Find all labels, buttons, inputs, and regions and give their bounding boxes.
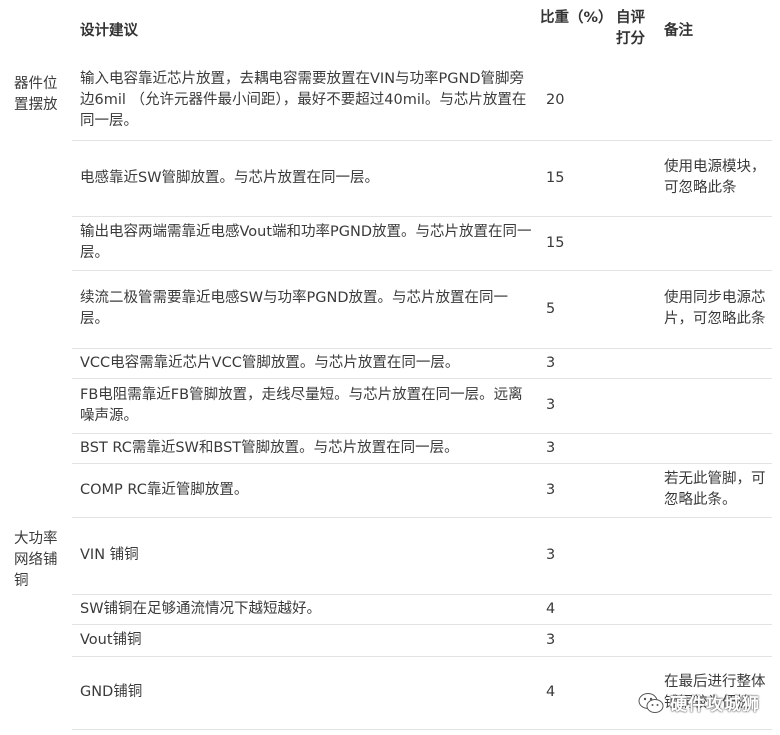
design-checklist-table: 设计建议 比重（%） 自评打分 备注 器件位置摆放 输入电容靠近芯片放置，去耦电… <box>6 0 772 730</box>
note-cell <box>660 517 772 595</box>
note-cell <box>660 624 772 657</box>
score-cell <box>610 270 660 349</box>
suggestion-cell: 续流二极管需要靠近电感SW与功率PGND放置。与芯片放置在同一层。 <box>72 270 536 349</box>
suggestion-cell: VIN 铺铜 <box>72 517 536 595</box>
suggestion-cell: 输入电容靠近芯片放置，去耦电容需要放置在VIN与功率PGND管脚旁边6mil （… <box>72 62 536 141</box>
score-cell <box>610 140 660 217</box>
score-cell <box>610 216 660 271</box>
weight-cell: 3 <box>536 378 610 434</box>
table-row: 器件位置摆放 输入电容靠近芯片放置，去耦电容需要放置在VIN与功率PGND管脚旁… <box>6 62 772 141</box>
suggestion-cell: 输出电容两端需靠近电感Vout端和功率PGND放置。与芯片放置在同一层。 <box>72 216 536 271</box>
score-cell <box>610 517 660 595</box>
table-body: 器件位置摆放 输入电容靠近芯片放置，去耦电容需要放置在VIN与功率PGND管脚旁… <box>6 62 772 730</box>
watermark: 硬件攻城狮 <box>638 690 760 715</box>
suggestion-cell: BST RC需靠近SW和BST管脚放置。与芯片放置在同一层。 <box>72 433 536 464</box>
watermark-text: 硬件攻城狮 <box>670 695 760 715</box>
score-cell <box>610 433 660 464</box>
table-row: 输出电容两端需靠近电感Vout端和功率PGND放置。与芯片放置在同一层。 15 <box>6 216 772 271</box>
note-cell <box>660 216 772 271</box>
note-cell <box>660 594 772 625</box>
weight-cell: 3 <box>536 517 610 595</box>
note-cell <box>660 348 772 379</box>
weight-cell: 20 <box>536 62 610 141</box>
score-cell <box>610 463 660 518</box>
table-row: 电感靠近SW管脚放置。与芯片放置在同一层。 15 使用电源模块，可忽略此条 <box>6 140 772 217</box>
weight-cell: 5 <box>536 270 610 349</box>
table-row: SW铺铜在足够通流情况下越短越好。 4 <box>6 594 772 625</box>
weight-cell: 15 <box>536 216 610 271</box>
table-row: COMP RC靠近管脚放置。 3 若无此管脚，可忽略此条。 <box>6 463 772 518</box>
weight-cell: 4 <box>536 656 610 730</box>
weight-cell: 3 <box>536 624 610 657</box>
score-cell <box>610 348 660 379</box>
note-cell <box>660 433 772 464</box>
note-cell: 使用同步电源芯片，可忽略此条 <box>660 270 772 349</box>
weight-cell: 3 <box>536 433 610 464</box>
table-row: 续流二极管需要靠近电感SW与功率PGND放置。与芯片放置在同一层。 5 使用同步… <box>6 270 772 349</box>
note-cell <box>660 62 772 141</box>
score-cell <box>610 62 660 141</box>
header-self-score: 自评打分 <box>616 10 645 47</box>
suggestion-cell: 电感靠近SW管脚放置。与芯片放置在同一层。 <box>72 140 536 217</box>
table-row: 大功率网络铺铜 VIN 铺铜 3 <box>6 517 772 595</box>
weight-cell: 3 <box>536 348 610 379</box>
table-row: BST RC需靠近SW和BST管脚放置。与芯片放置在同一层。 3 <box>6 433 772 464</box>
page: 设计建议 比重（%） 自评打分 备注 器件位置摆放 输入电容靠近芯片放置，去耦电… <box>0 0 780 735</box>
category-cell: 器件位置摆放 <box>14 76 58 113</box>
table-header: 设计建议 比重（%） 自评打分 备注 <box>6 0 772 62</box>
note-cell: 若无此管脚，可忽略此条。 <box>660 463 772 518</box>
table-row: FB电阻需靠近FB管脚放置，走线尽量短。与芯片放置在同一层。远离噪声源。 3 <box>6 378 772 434</box>
header-category <box>6 0 72 62</box>
weight-cell: 4 <box>536 594 610 625</box>
suggestion-cell: VCC电容需靠近芯片VCC管脚放置。与芯片放置在同一层。 <box>72 348 536 379</box>
table-row: VCC电容需靠近芯片VCC管脚放置。与芯片放置在同一层。 3 <box>6 348 772 379</box>
header-weight: 比重（%） <box>540 10 613 26</box>
suggestion-cell: SW铺铜在足够通流情况下越短越好。 <box>72 594 536 625</box>
wechat-logo-icon <box>638 692 664 713</box>
note-cell <box>660 378 772 434</box>
table-row: Vout铺铜 3 <box>6 624 772 657</box>
header-note: 备注 <box>664 22 693 39</box>
suggestion-cell: COMP RC靠近管脚放置。 <box>72 463 536 518</box>
suggestion-cell: Vout铺铜 <box>72 624 536 657</box>
header-suggestion: 设计建议 <box>80 22 138 39</box>
score-cell <box>610 594 660 625</box>
note-cell: 使用电源模块，可忽略此条 <box>660 140 772 217</box>
score-cell <box>610 624 660 657</box>
weight-cell: 3 <box>536 463 610 518</box>
weight-cell: 15 <box>536 140 610 217</box>
suggestion-cell: GND铺铜 <box>72 656 536 730</box>
score-cell <box>610 378 660 434</box>
category-cell: 大功率网络铺铜 <box>14 531 58 589</box>
suggestion-cell: FB电阻需靠近FB管脚放置，走线尽量短。与芯片放置在同一层。远离噪声源。 <box>72 378 536 434</box>
